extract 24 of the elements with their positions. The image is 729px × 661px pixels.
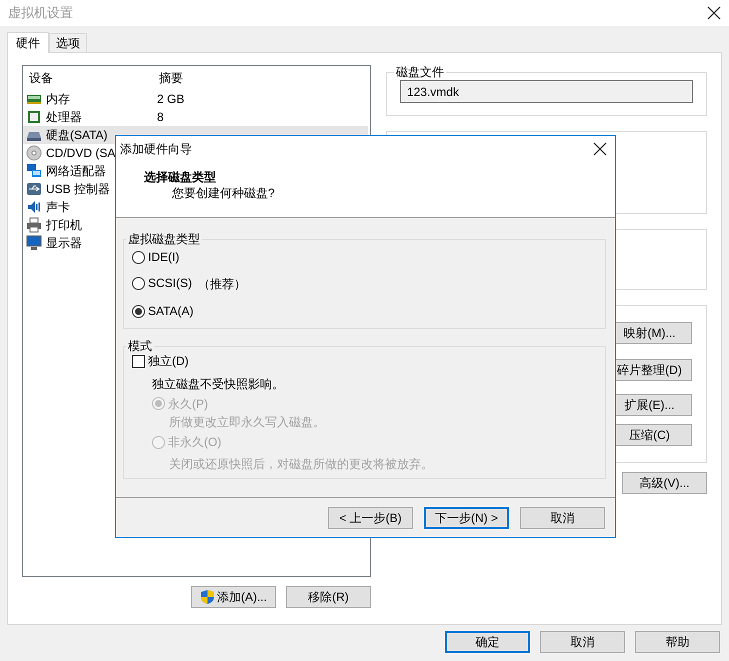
option-description: 所做更改立即永久写入磁盘。 xyxy=(168,414,326,431)
device-name: 打印机 xyxy=(46,217,82,234)
device-name: USB 控制器 xyxy=(46,181,110,198)
device-name: CD/DVD (SA xyxy=(46,145,116,162)
group-title: 虚拟磁盘类型 xyxy=(127,232,201,246)
option-description: 关闭或还原快照后，对磁盘所做的更改将被放弃。 xyxy=(168,456,434,472)
recommended-note: （推荐） xyxy=(198,276,246,293)
device-name: 网络适配器 xyxy=(46,163,106,180)
device-summary: 2 GB xyxy=(156,91,184,108)
group-title: 磁盘文件 xyxy=(394,65,445,79)
column-header: 设备 xyxy=(28,70,54,87)
dialog-title: 添加硬件向导 xyxy=(120,140,192,158)
device-name: 显示器 xyxy=(46,235,82,252)
step-heading: 选择磁盘类型 xyxy=(144,169,217,185)
mode-description: 独立磁盘不受快照影响。 xyxy=(151,376,285,392)
step-subtitle: 您要创建何种磁盘? xyxy=(171,185,276,201)
device-name: 声卡 xyxy=(46,199,70,216)
device-name: 内存 xyxy=(46,91,70,108)
window-title: 虚拟机设置 xyxy=(8,4,73,22)
device-name: 处理器 xyxy=(46,109,82,126)
device-summary: 8 xyxy=(156,109,164,126)
device-name: 硬盘(SATA) xyxy=(46,127,108,144)
group-title: 模式 xyxy=(127,339,153,353)
column-header: 摘要 xyxy=(158,70,183,87)
